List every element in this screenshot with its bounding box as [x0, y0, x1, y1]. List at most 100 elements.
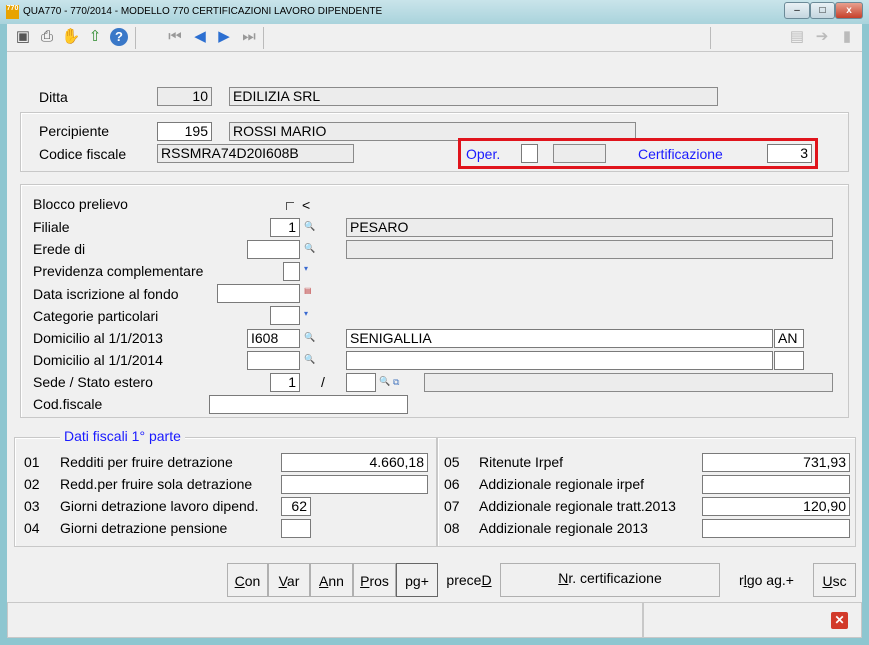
maximize-button[interactable]: □	[810, 2, 835, 19]
prev-record-icon[interactable]: ◀	[190, 27, 210, 47]
erede-input[interactable]	[247, 240, 300, 259]
search-icon[interactable]: 🔍	[304, 332, 315, 343]
forward-icon[interactable]: ➔	[812, 27, 832, 47]
fiscal-row-label: Addizionale regionale tratt.2013	[479, 498, 676, 514]
fiscal-row-label: Addizionale regionale irpef	[479, 476, 644, 492]
var-button[interactable]: Var	[268, 563, 310, 597]
certificazione-label: Certificazione	[638, 146, 723, 162]
blocco-label: Blocco prelievo	[33, 196, 128, 212]
codfisc-label: Cod.fiscale	[33, 396, 103, 412]
domicilio-2013-city[interactable]: SENIGALLIA	[346, 329, 773, 348]
usc-button[interactable]: Usc	[813, 563, 856, 597]
blocco-mark: <	[302, 197, 311, 213]
sede-label: Sede / Stato estero	[33, 374, 153, 390]
fiscal-row-label: Redditi per fruire detrazione	[60, 454, 233, 470]
search-icon[interactable]: 🔍	[304, 221, 315, 232]
codice-fiscale-label: Codice fiscale	[39, 146, 127, 162]
sede-input[interactable]: 1	[270, 373, 300, 392]
fiscal-row-input[interactable]	[281, 519, 311, 538]
categorie-label: Categorie particolari	[33, 308, 159, 324]
chevron-down-icon[interactable]: ▾	[304, 309, 308, 318]
fiscal-row-number: 05	[444, 454, 460, 470]
calendar-icon[interactable]: ▤	[304, 286, 312, 295]
sede-desc	[424, 373, 833, 392]
codfisc-input[interactable]	[209, 395, 408, 414]
hand-icon[interactable]: ✋	[61, 27, 81, 47]
rigo-ag-button[interactable]: rlgo ag.+	[720, 563, 813, 597]
scanner-icon[interactable]: ▣	[13, 27, 33, 47]
close-icon[interactable]: ✕	[831, 612, 848, 629]
link-icon[interactable]: ⧉	[393, 377, 399, 388]
fiscal-title: Dati fiscali 1° parte	[60, 428, 185, 444]
stato-estero-input[interactable]	[346, 373, 376, 392]
status-bar-right	[643, 602, 862, 638]
pros-button[interactable]: Pros	[353, 563, 396, 597]
erede-label: Erede di	[33, 241, 86, 257]
oper-input[interactable]	[521, 144, 538, 163]
domicilio-2014-city[interactable]	[346, 351, 773, 370]
ditta-name: EDILIZIA SRL	[229, 87, 718, 106]
domicilio-2013-label: Domicilio al 1/1/2013	[33, 330, 163, 346]
domicilio-2013-code-input[interactable]: I608	[247, 329, 300, 348]
fiscal-row-label: Redd.per fruire sola detrazione	[60, 476, 253, 492]
oper-label: Oper.	[466, 146, 501, 162]
search-icon[interactable]: 🔍	[379, 376, 390, 387]
filiale-input[interactable]: 1	[270, 218, 300, 237]
fiscal-row-label: Giorni detrazione lavoro dipend.	[60, 498, 259, 514]
chevron-down-icon[interactable]: ▾	[304, 264, 308, 273]
categorie-select[interactable]	[270, 306, 300, 325]
previdenza-label: Previdenza complementare	[33, 263, 204, 279]
print-icon[interactable]: ⎙	[37, 27, 57, 47]
precedente-button[interactable]: preceD	[438, 563, 500, 597]
pg-plus-button[interactable]: pg+	[396, 563, 438, 597]
nr-certificazione-button[interactable]: Nr. certificazione	[500, 563, 720, 597]
domicilio-2013-prov[interactable]: AN	[774, 329, 804, 348]
fiscal-row-label: Addizionale regionale 2013	[479, 520, 648, 536]
filiale-name: PESARO	[346, 218, 833, 237]
domicilio-2014-code-input[interactable]	[247, 351, 300, 370]
export-icon[interactable]: ⇧	[85, 27, 105, 47]
percipiente-code-input[interactable]: 195	[157, 122, 212, 141]
page-icon[interactable]: ▮	[837, 27, 857, 47]
domicilio-2014-prov[interactable]	[774, 351, 804, 370]
search-icon[interactable]: 🔍	[304, 243, 315, 254]
fiscal-row-input[interactable]	[702, 475, 850, 494]
data-iscrizione-input[interactable]	[217, 284, 300, 303]
doc-icon[interactable]: ▤	[787, 27, 807, 47]
minimize-button[interactable]: –	[784, 2, 810, 19]
status-bar	[7, 602, 643, 638]
filiale-label: Filiale	[33, 219, 70, 235]
blocco-checkbox[interactable]	[286, 202, 294, 210]
close-button[interactable]: x	[835, 2, 863, 19]
fiscal-row-input[interactable]: 731,93	[702, 453, 850, 472]
oper-desc	[553, 144, 606, 163]
window-title: QUA770 - 770/2014 - MODELLO 770 CERTIFIC…	[23, 6, 383, 17]
fiscal-row-input[interactable]: 120,90	[702, 497, 850, 516]
fiscal-row-number: 08	[444, 520, 460, 536]
certificazione-input[interactable]: 3	[767, 144, 812, 163]
next-record-icon[interactable]: ▶	[214, 27, 234, 47]
ditta-code: 10	[157, 87, 212, 106]
fiscal-row-input[interactable]	[281, 475, 428, 494]
fiscal-row-number: 06	[444, 476, 460, 492]
app-icon: 770	[6, 5, 19, 19]
fiscal-row-input[interactable]: 4.660,18	[281, 453, 428, 472]
title-bar: 770 QUA770 - 770/2014 - MODELLO 770 CERT…	[0, 0, 869, 24]
help-icon[interactable]: ?	[110, 28, 128, 46]
fiscal-row-input[interactable]	[702, 519, 850, 538]
fiscal-row-input[interactable]: 62	[281, 497, 311, 516]
ann-button[interactable]: Ann	[310, 563, 353, 597]
previdenza-select[interactable]	[283, 262, 300, 281]
con-button[interactable]: Con	[227, 563, 268, 597]
fiscal-row-number: 01	[24, 454, 40, 470]
ditta-label: Ditta	[39, 89, 68, 105]
codice-fiscale: RSSMRA74D20I608B	[157, 144, 354, 163]
toolbar: ▣ ⎙ ✋ ⇧ ? ⏮ ◀ ▶ ⏭ ▤ ➔ ▮	[7, 24, 862, 52]
toolbar-separator	[263, 27, 264, 49]
percipiente-label: Percipiente	[39, 123, 110, 139]
first-record-icon[interactable]: ⏮	[165, 27, 185, 47]
search-icon[interactable]: 🔍	[304, 354, 315, 365]
fiscal-row-label: Giorni detrazione pensione	[60, 520, 228, 536]
toolbar-separator	[135, 27, 136, 49]
last-record-icon[interactable]: ⏭	[239, 27, 259, 47]
